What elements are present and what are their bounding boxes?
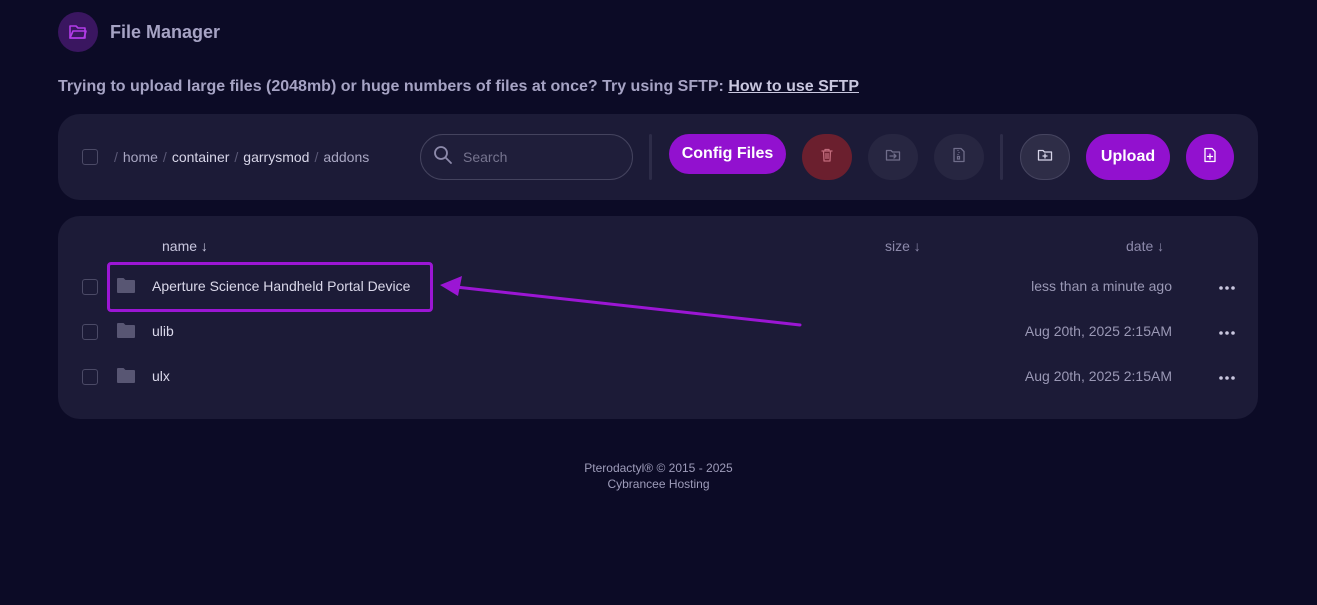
footer-copyright: Pterodactyl® © 2015 - 2025 (584, 461, 733, 475)
new-file-button[interactable] (1186, 134, 1234, 180)
toolbar-divider (1000, 134, 1003, 180)
folder-move-icon (885, 147, 901, 168)
file-list: name ↓ size ↓ date ↓ Aperture Science Ha… (58, 216, 1258, 419)
column-header-size[interactable]: size ↓ (885, 238, 921, 254)
breadcrumb-separator: / (234, 149, 239, 165)
table-row[interactable]: ulx Aug 20th, 2025 2:15AM (58, 357, 1258, 397)
ellipsis-icon (1219, 277, 1235, 295)
file-plus-icon (1202, 147, 1218, 168)
breadcrumb-item-home[interactable]: home (123, 149, 158, 165)
file-name[interactable]: Aperture Science Handheld Portal Device (152, 278, 410, 294)
more-options-button[interactable] (1216, 365, 1238, 387)
page-header: File Manager (58, 12, 220, 52)
trash-icon (819, 147, 835, 168)
file-date: Aug 20th, 2025 2:15AM (1024, 323, 1172, 339)
ellipsis-icon (1219, 367, 1235, 385)
breadcrumb-separator: / (114, 149, 118, 165)
delete-button[interactable] (802, 134, 852, 180)
upload-button[interactable]: Upload (1086, 134, 1170, 180)
breadcrumb-item-addons: addons (323, 149, 370, 165)
search-icon (433, 145, 453, 170)
row-checkbox[interactable] (82, 279, 98, 295)
table-row[interactable]: ulib Aug 20th, 2025 2:15AM (58, 312, 1258, 352)
file-manager-page: File Manager Trying to upload large file… (0, 0, 1317, 605)
breadcrumb: / home / container / garrysmod / addons (114, 149, 369, 165)
move-button[interactable] (868, 134, 918, 180)
file-date: Aug 20th, 2025 2:15AM (1024, 368, 1172, 384)
file-name[interactable]: ulib (152, 323, 174, 339)
breadcrumb-item-garrysmod[interactable]: garrysmod (243, 149, 309, 165)
archive-button[interactable] (934, 134, 984, 180)
toolbar-divider (649, 134, 652, 180)
ellipsis-icon (1219, 322, 1235, 340)
sftp-help-link[interactable]: How to use SFTP (728, 78, 859, 95)
sftp-notice: Trying to upload large files (2048mb) or… (58, 78, 859, 96)
config-files-button[interactable]: Config Files (669, 134, 786, 174)
folder-plus-icon (1037, 147, 1053, 168)
folder-icon (116, 322, 136, 344)
page-footer: Pterodactyl® © 2015 - 2025 Cybrancee Hos… (0, 460, 1317, 492)
more-options-button[interactable] (1216, 320, 1238, 342)
search-box[interactable] (420, 134, 633, 180)
file-archive-icon (951, 147, 967, 168)
row-checkbox[interactable] (82, 369, 98, 385)
more-options-button[interactable] (1216, 275, 1238, 297)
breadcrumb-separator: / (314, 149, 319, 165)
column-header-date[interactable]: date ↓ (1126, 238, 1164, 254)
table-row[interactable]: Aperture Science Handheld Portal Device … (58, 267, 1258, 307)
file-name[interactable]: ulx (152, 368, 170, 384)
select-all-checkbox[interactable] (82, 149, 98, 165)
sftp-notice-text: Trying to upload large files (2048mb) or… (58, 78, 729, 95)
file-toolbar: /home/container/garrysmod/addons Config … (58, 114, 1258, 200)
page-title: File Manager (110, 21, 221, 42)
folder-icon (116, 367, 136, 389)
breadcrumb-item-container[interactable]: container (172, 149, 230, 165)
row-checkbox[interactable] (82, 324, 98, 340)
folder-icon (116, 277, 136, 299)
column-header-name[interactable]: name ↓ (162, 238, 208, 254)
search-input[interactable] (461, 148, 611, 166)
new-folder-button[interactable] (1020, 134, 1070, 180)
footer-host: Cybrancee Hosting (607, 477, 710, 491)
folder-open-icon (58, 12, 98, 52)
file-date: less than a minute ago (1031, 278, 1172, 294)
breadcrumb-separator: / (162, 149, 167, 165)
